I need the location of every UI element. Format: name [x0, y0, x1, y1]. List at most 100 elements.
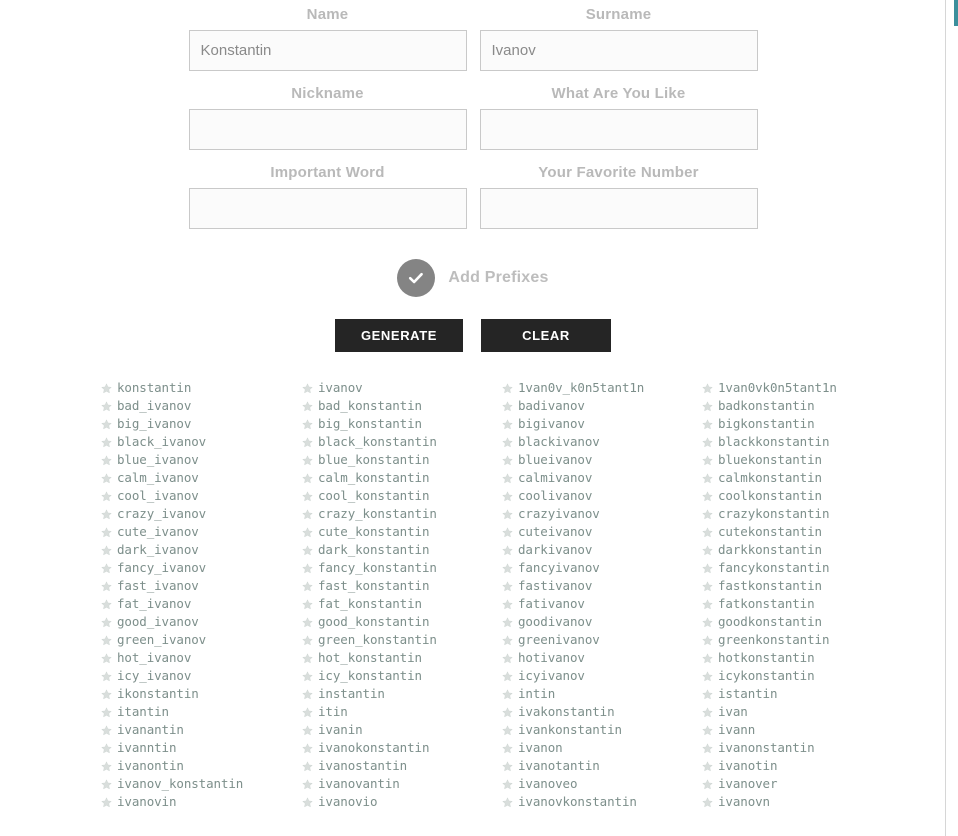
result-item[interactable]: ikonstantin: [101, 685, 302, 703]
result-item[interactable]: ivanin: [302, 721, 502, 739]
important-word-input[interactable]: [188, 188, 467, 229]
result-item[interactable]: hot_konstantin: [302, 649, 502, 667]
result-item[interactable]: cool_ivanov: [101, 487, 302, 505]
result-item[interactable]: fast_konstantin: [302, 577, 502, 595]
result-item[interactable]: calmivanov: [502, 469, 702, 487]
result-item[interactable]: calm_ivanov: [101, 469, 302, 487]
result-item[interactable]: green_konstantin: [302, 631, 502, 649]
result-item[interactable]: itin: [302, 703, 502, 721]
result-item[interactable]: hot_ivanov: [101, 649, 302, 667]
result-item[interactable]: ivanovantin: [302, 775, 502, 793]
result-item[interactable]: crazykonstantin: [702, 505, 932, 523]
result-item[interactable]: calmkonstantin: [702, 469, 932, 487]
result-item[interactable]: crazy_konstantin: [302, 505, 502, 523]
result-item[interactable]: bad_ivanov: [101, 397, 302, 415]
result-item[interactable]: cute_ivanov: [101, 523, 302, 541]
result-item[interactable]: hotivanov: [502, 649, 702, 667]
result-item[interactable]: icy_konstantin: [302, 667, 502, 685]
nickname-input[interactable]: [188, 109, 467, 150]
name-input[interactable]: [188, 30, 467, 71]
scrollbar-thumb[interactable]: [954, 0, 958, 26]
result-item[interactable]: ivanonstantin: [702, 739, 932, 757]
result-item[interactable]: crazyivanov: [502, 505, 702, 523]
result-item[interactable]: fancyivanov: [502, 559, 702, 577]
result-item[interactable]: greenivanov: [502, 631, 702, 649]
result-item[interactable]: goodkonstantin: [702, 613, 932, 631]
result-item[interactable]: black_ivanov: [101, 433, 302, 451]
result-item[interactable]: bigivanov: [502, 415, 702, 433]
result-item[interactable]: itantin: [101, 703, 302, 721]
result-item[interactable]: bad_konstantin: [302, 397, 502, 415]
result-item[interactable]: fatkonstantin: [702, 595, 932, 613]
result-item[interactable]: ivan: [702, 703, 932, 721]
result-item[interactable]: cool_konstantin: [302, 487, 502, 505]
result-item[interactable]: ivanon: [502, 739, 702, 757]
result-item[interactable]: 1van0v_k0n5tant1n: [502, 379, 702, 397]
result-item[interactable]: ivanotin: [702, 757, 932, 775]
result-item[interactable]: coolivanov: [502, 487, 702, 505]
result-item[interactable]: ivanontin: [101, 757, 302, 775]
result-item[interactable]: fancy_konstantin: [302, 559, 502, 577]
result-item[interactable]: blackivanov: [502, 433, 702, 451]
generate-button[interactable]: GENERATE: [335, 319, 463, 352]
result-item[interactable]: badkonstantin: [702, 397, 932, 415]
result-item[interactable]: coolkonstantin: [702, 487, 932, 505]
result-item[interactable]: darkkonstantin: [702, 541, 932, 559]
result-item[interactable]: ivanntin: [101, 739, 302, 757]
result-item[interactable]: icyivanov: [502, 667, 702, 685]
result-item[interactable]: dark_konstantin: [302, 541, 502, 559]
result-item[interactable]: fat_konstantin: [302, 595, 502, 613]
result-item[interactable]: ivanotantin: [502, 757, 702, 775]
result-item[interactable]: ivanostantin: [302, 757, 502, 775]
result-item[interactable]: 1van0vk0n5tant1n: [702, 379, 932, 397]
result-item[interactable]: badivanov: [502, 397, 702, 415]
result-item[interactable]: ivanovio: [302, 793, 502, 811]
result-item[interactable]: big_konstantin: [302, 415, 502, 433]
result-item[interactable]: konstantin: [101, 379, 302, 397]
result-item[interactable]: goodivanov: [502, 613, 702, 631]
result-item[interactable]: ivanovkonstantin: [502, 793, 702, 811]
result-item[interactable]: fancy_ivanov: [101, 559, 302, 577]
result-item[interactable]: fativanov: [502, 595, 702, 613]
result-item[interactable]: cutekonstantin: [702, 523, 932, 541]
result-item[interactable]: ivankonstantin: [502, 721, 702, 739]
result-item[interactable]: fast_ivanov: [101, 577, 302, 595]
result-item[interactable]: instantin: [302, 685, 502, 703]
result-item[interactable]: intin: [502, 685, 702, 703]
result-item[interactable]: ivanover: [702, 775, 932, 793]
add-prefixes-toggle[interactable]: Add Prefixes: [0, 259, 945, 297]
result-item[interactable]: icykonstantin: [702, 667, 932, 685]
result-item[interactable]: ivanantin: [101, 721, 302, 739]
result-item[interactable]: ivanovn: [702, 793, 932, 811]
result-item[interactable]: fastkonstantin: [702, 577, 932, 595]
result-item[interactable]: ivanov_konstantin: [101, 775, 302, 793]
surname-input[interactable]: [479, 30, 758, 71]
result-item[interactable]: good_ivanov: [101, 613, 302, 631]
result-item[interactable]: dark_ivanov: [101, 541, 302, 559]
result-item[interactable]: ivann: [702, 721, 932, 739]
result-item[interactable]: blueivanov: [502, 451, 702, 469]
result-item[interactable]: blue_konstantin: [302, 451, 502, 469]
result-item[interactable]: cute_konstantin: [302, 523, 502, 541]
result-item[interactable]: big_ivanov: [101, 415, 302, 433]
result-item[interactable]: fastivanov: [502, 577, 702, 595]
result-item[interactable]: ivanoveo: [502, 775, 702, 793]
result-item[interactable]: ivakonstantin: [502, 703, 702, 721]
result-item[interactable]: good_konstantin: [302, 613, 502, 631]
result-item[interactable]: ivanov: [302, 379, 502, 397]
checkbox-circle[interactable]: [397, 259, 436, 297]
favorite-number-input[interactable]: [479, 188, 758, 229]
result-item[interactable]: green_ivanov: [101, 631, 302, 649]
result-item[interactable]: hotkonstantin: [702, 649, 932, 667]
result-item[interactable]: icy_ivanov: [101, 667, 302, 685]
result-item[interactable]: istantin: [702, 685, 932, 703]
what-are-you-like-input[interactable]: [479, 109, 758, 150]
result-item[interactable]: ivanokonstantin: [302, 739, 502, 757]
vertical-scrollbar[interactable]: [945, 0, 958, 836]
clear-button[interactable]: CLEAR: [481, 319, 611, 352]
result-item[interactable]: blackkonstantin: [702, 433, 932, 451]
result-item[interactable]: greenkonstantin: [702, 631, 932, 649]
result-item[interactable]: cuteivanov: [502, 523, 702, 541]
result-item[interactable]: fat_ivanov: [101, 595, 302, 613]
result-item[interactable]: bigkonstantin: [702, 415, 932, 433]
